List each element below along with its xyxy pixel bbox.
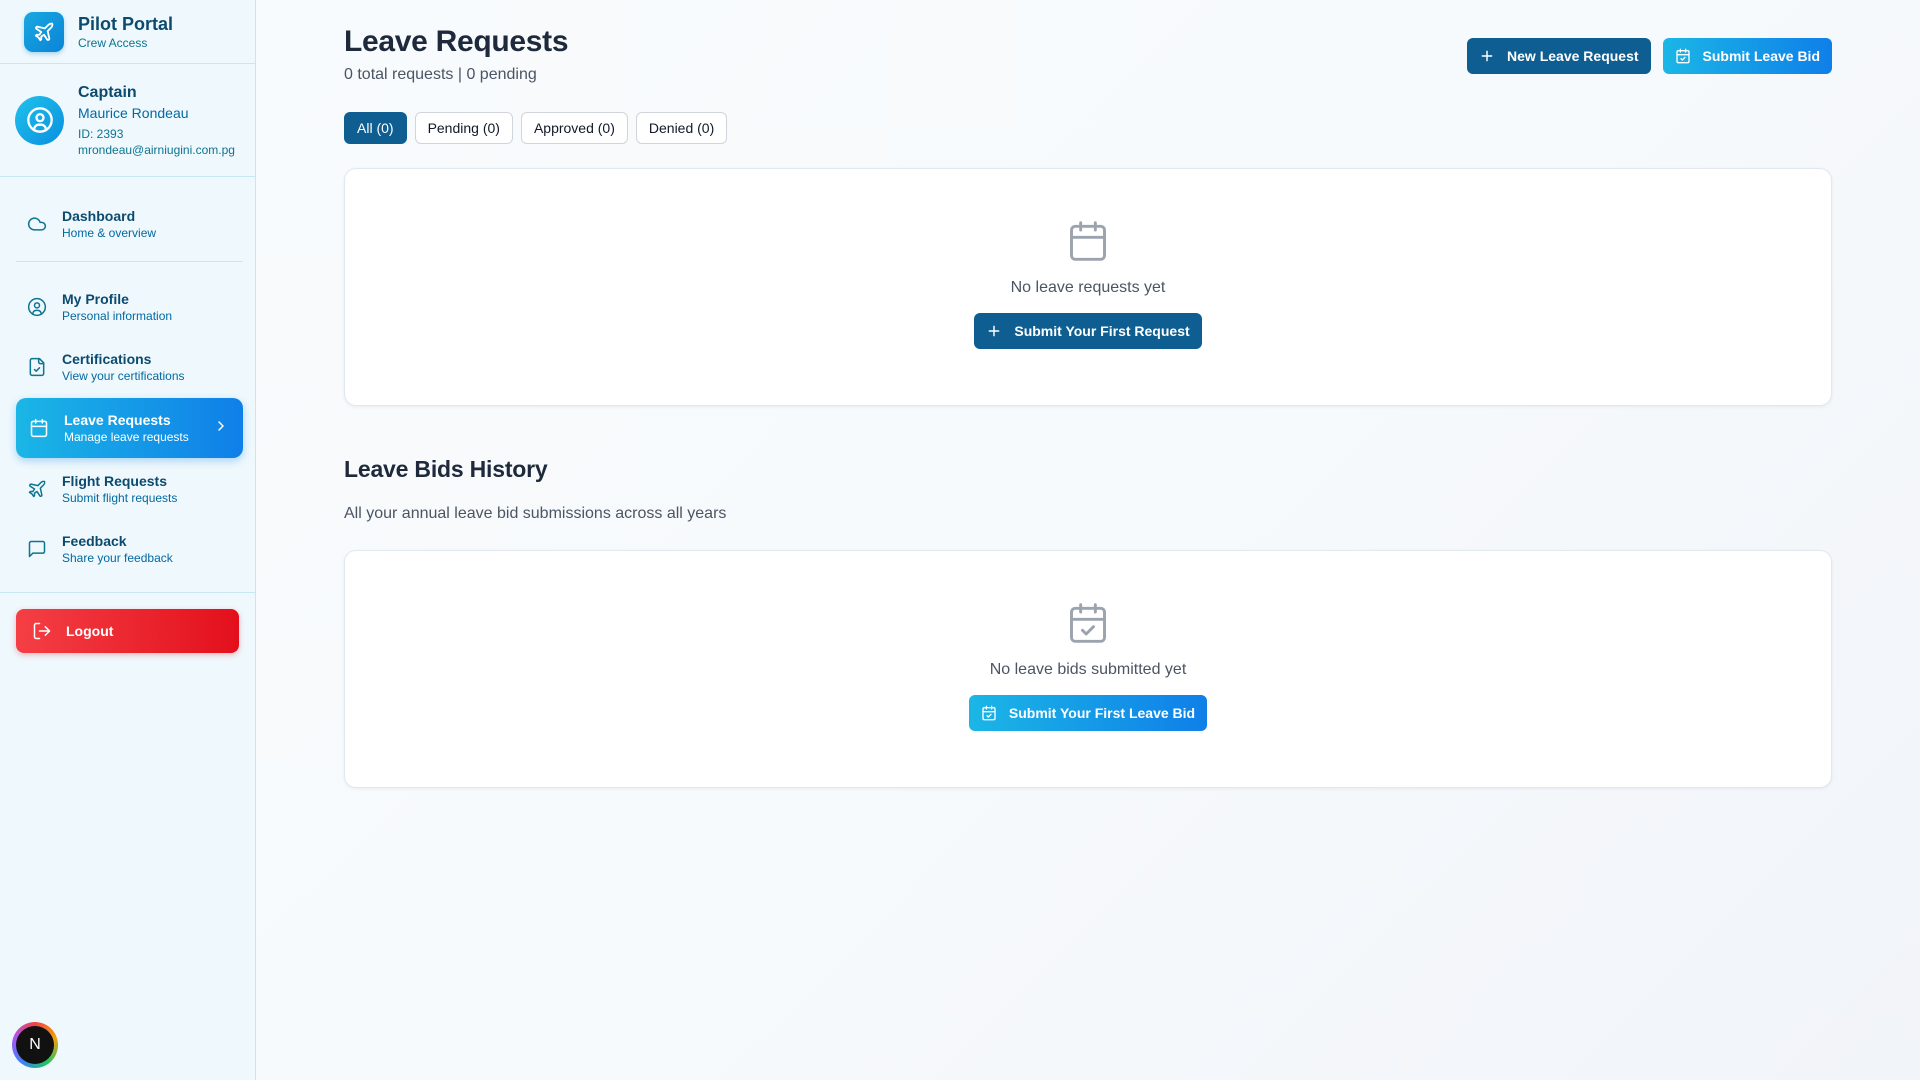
user-rank: Captain xyxy=(78,84,137,101)
leave-bids-panel: No leave bids submitted yet Submit Your … xyxy=(344,550,1832,788)
sidebar-item-my-profile[interactable]: My Profile Personal information xyxy=(16,278,243,336)
page-title: Leave Requests xyxy=(344,25,569,58)
brand-title: Pilot Portal xyxy=(78,13,174,34)
submit-first-leave-bid-button[interactable]: Submit Your First Leave Bid xyxy=(968,695,1208,731)
user-circle-icon xyxy=(26,107,53,133)
sidebar-item-label: Certifications xyxy=(62,351,152,367)
sidebar-item-dashboard[interactable]: Dashboard Home & overview xyxy=(16,195,243,253)
new-leave-request-button[interactable]: New Leave Request xyxy=(1467,38,1651,74)
sidebar-item-label: Dashboard xyxy=(62,208,136,224)
leave-bids-title: Leave Bids History xyxy=(344,456,548,482)
user-id: ID: 2393 xyxy=(78,127,124,141)
plane-logo-icon xyxy=(24,11,64,52)
sidebar-item-label: Feedback xyxy=(62,533,127,549)
avatar xyxy=(15,95,64,145)
user-email: mrondeau@airniugini.com.pg xyxy=(78,143,235,157)
page-subtitle: 0 total requests | 0 pending xyxy=(344,66,537,83)
button-label: Submit Your First Request xyxy=(1014,323,1190,339)
leave-requests-panel: No leave requests yet Submit Your First … xyxy=(344,168,1832,406)
calendar-icon xyxy=(1066,217,1110,265)
sidebar-item-label: My Profile xyxy=(62,291,129,307)
sidebar-item-certifications[interactable]: Certifications View your certifications xyxy=(16,338,243,396)
logout-icon xyxy=(32,621,52,641)
filter-all[interactable]: All (0) xyxy=(344,112,407,144)
sidebar-item-flight-requests[interactable]: Flight Requests Submit flight requests xyxy=(16,460,243,518)
submit-leave-bid-button[interactable]: Submit Leave Bid xyxy=(1662,38,1832,74)
message-square-icon xyxy=(26,538,48,560)
sidebar-item-sublabel: Manage leave requests xyxy=(64,430,189,444)
n-letter: N xyxy=(16,1026,54,1064)
sidebar-nav: Dashboard Home & overview My Profile Per… xyxy=(0,177,255,578)
brand-subtitle: Crew Access xyxy=(78,35,148,50)
sidebar-item-leave-requests[interactable]: Leave Requests Manage leave requests xyxy=(16,398,243,458)
empty-state-text: No leave bids submitted yet xyxy=(989,661,1187,678)
calendar-check-icon xyxy=(981,705,997,721)
filter-approved[interactable]: Approved (0) xyxy=(520,112,628,144)
plus-icon xyxy=(986,323,1002,339)
button-label: New Leave Request xyxy=(1507,48,1639,64)
calendar-check-icon xyxy=(1675,48,1691,64)
button-label: Submit Leave Bid xyxy=(1702,48,1820,64)
sidebar-item-feedback[interactable]: Feedback Share your feedback xyxy=(16,520,243,578)
sidebar-item-sublabel: Personal information xyxy=(62,309,173,323)
file-check-icon xyxy=(26,356,48,378)
logout-button[interactable]: Logout xyxy=(16,609,239,653)
calendar-icon xyxy=(28,417,50,439)
filter-denied[interactable]: Denied (0) xyxy=(635,112,728,144)
sidebar-item-sublabel: Share your feedback xyxy=(62,551,173,565)
leave-bids-subtitle: All your annual leave bid submissions ac… xyxy=(344,505,727,522)
logout-label: Logout xyxy=(66,623,114,639)
n-avatar-badge[interactable]: N xyxy=(12,1022,58,1068)
chevron-right-icon xyxy=(213,418,229,439)
sidebar-item-label: Leave Requests xyxy=(64,412,171,428)
user-circle-icon xyxy=(26,296,48,318)
submit-first-request-button[interactable]: Submit Your First Request xyxy=(974,313,1202,349)
sidebar-divider xyxy=(0,592,255,593)
user-card: Captain Maurice Rondeau ID: 2393 mrondea… xyxy=(0,64,255,177)
button-label: Submit Your First Leave Bid xyxy=(1008,705,1196,721)
brand[interactable]: Pilot Portal Crew Access xyxy=(0,0,255,64)
sidebar-item-label: Flight Requests xyxy=(62,473,168,489)
sidebar-item-sublabel: Submit flight requests xyxy=(62,491,178,505)
status-filter-tabs: All (0) Pending (0) Approved (0) Denied … xyxy=(344,112,728,144)
sidebar: Pilot Portal Crew Access Captain Maurice… xyxy=(0,0,256,1080)
plus-icon xyxy=(1479,48,1495,64)
nav-divider xyxy=(16,261,243,262)
sidebar-item-sublabel: View your certifications xyxy=(62,369,185,383)
plane-icon xyxy=(26,478,48,500)
header-actions: New Leave Request Submit Leave Bid xyxy=(1467,38,1832,74)
sidebar-item-sublabel: Home & overview xyxy=(62,226,157,240)
cloud-icon xyxy=(26,213,48,235)
user-name: Maurice Rondeau xyxy=(78,105,189,121)
empty-state-text: No leave requests yet xyxy=(1010,279,1166,296)
filter-pending[interactable]: Pending (0) xyxy=(414,112,513,144)
calendar-check-icon xyxy=(1066,599,1110,647)
